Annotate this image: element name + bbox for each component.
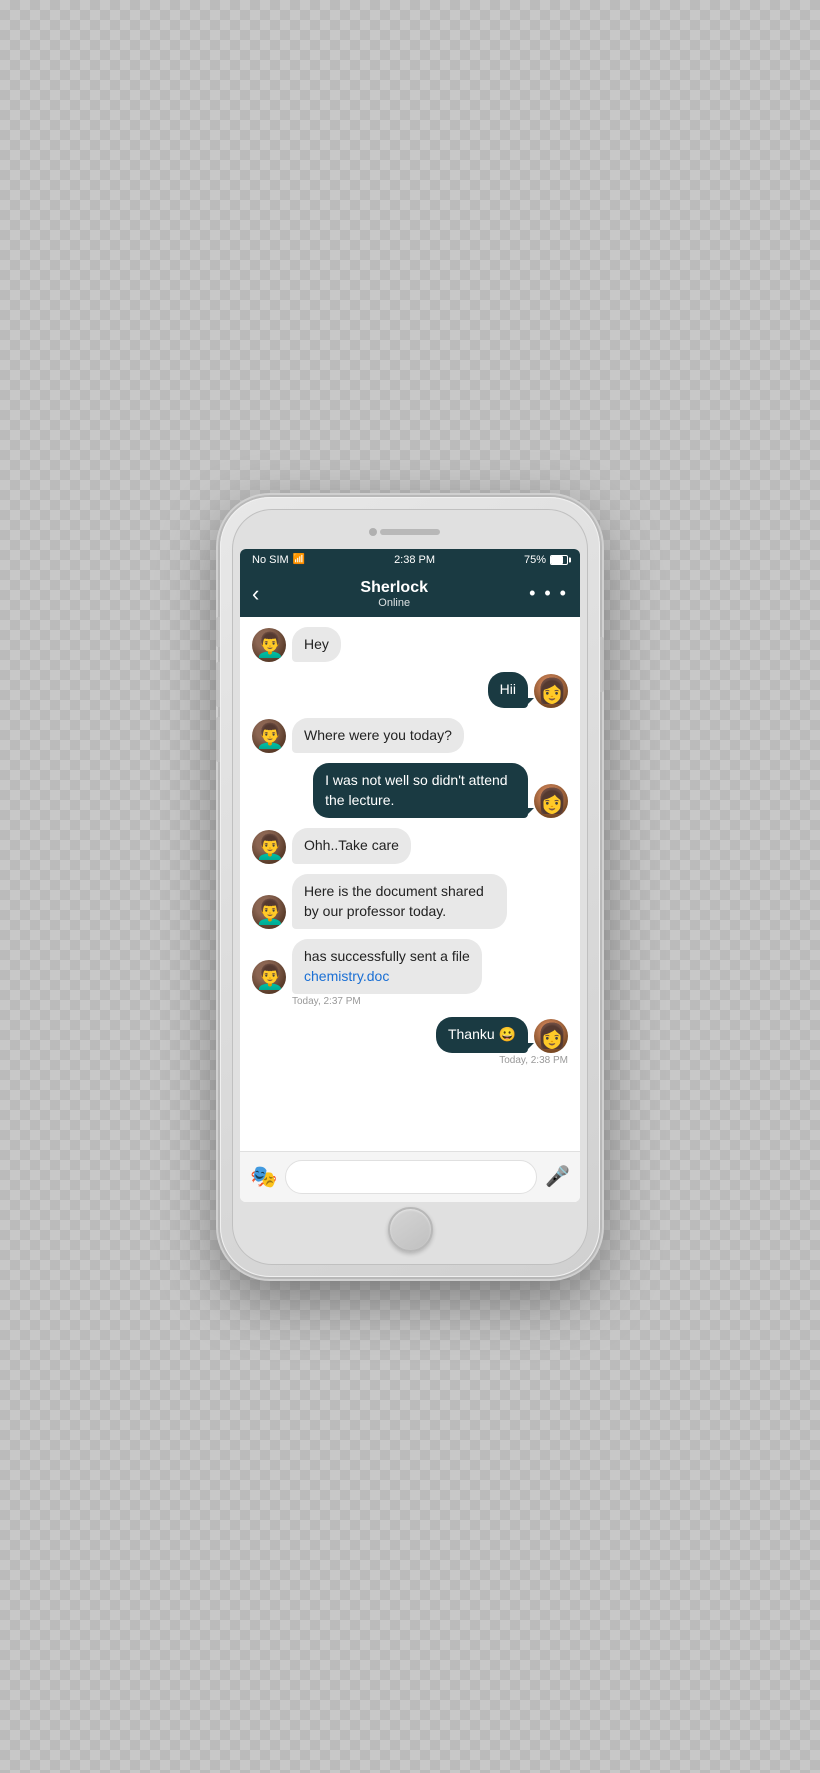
camera bbox=[369, 528, 377, 536]
file-sent-text: has successfully sent a file bbox=[304, 947, 470, 967]
message-bubble: Ohh..Take care bbox=[292, 828, 411, 864]
message-bubble: Here is the document shared by our profe… bbox=[292, 874, 507, 929]
message-input[interactable] bbox=[285, 1160, 537, 1194]
avatar-right bbox=[534, 674, 568, 708]
wifi-icon: 📶 bbox=[293, 554, 305, 565]
message-row: Ohh..Take care bbox=[252, 828, 568, 864]
header-contact-info: Sherlock Online bbox=[360, 579, 428, 609]
contact-status: Online bbox=[360, 597, 428, 609]
message-text: I was not well so didn't attend the lect… bbox=[325, 772, 507, 808]
battery-pct-label: 75% bbox=[524, 554, 546, 566]
message-text: Where were you today? bbox=[304, 727, 452, 743]
avatar-left bbox=[252, 830, 286, 864]
carrier-label: No SIM bbox=[252, 554, 289, 566]
speaker bbox=[380, 529, 440, 535]
message-bubble: Hey bbox=[292, 627, 341, 663]
thanku-message-group: Thanku 😀 Today, 2:38 PM bbox=[252, 1017, 568, 1066]
message-row: Thanku 😀 bbox=[252, 1017, 568, 1053]
message-row: Here is the document shared by our profe… bbox=[252, 874, 568, 929]
menu-button[interactable]: • • • bbox=[529, 583, 568, 604]
message-row: has successfully sent a file chemistry.d… bbox=[252, 939, 568, 994]
avatar-right bbox=[534, 784, 568, 818]
avatar-left bbox=[252, 719, 286, 753]
message-row: I was not well so didn't attend the lect… bbox=[252, 763, 568, 818]
battery-icon bbox=[550, 555, 568, 565]
message-bubble: Where were you today? bbox=[292, 718, 464, 754]
contact-name: Sherlock bbox=[360, 579, 428, 597]
phone-frame: No SIM 📶 2:38 PM 75% ‹ Sherlock Online bbox=[220, 497, 600, 1277]
phone-inner: No SIM 📶 2:38 PM 75% ‹ Sherlock Online bbox=[232, 509, 588, 1265]
file-link[interactable]: chemistry.doc bbox=[304, 968, 389, 984]
chat-header: ‹ Sherlock Online • • • bbox=[240, 571, 580, 617]
message-row: Where were you today? bbox=[252, 718, 568, 754]
message-text: Here is the document shared by our profe… bbox=[304, 883, 484, 919]
message-timestamp: Today, 2:37 PM bbox=[292, 996, 568, 1007]
message-text: Hii bbox=[500, 681, 516, 697]
message-row: Hey bbox=[252, 627, 568, 663]
phone-top-decoration bbox=[240, 517, 580, 547]
message-text: Thanku 😀 bbox=[448, 1026, 516, 1042]
back-button[interactable]: ‹ bbox=[252, 581, 259, 607]
file-message-bubble: has successfully sent a file chemistry.d… bbox=[292, 939, 482, 994]
chat-body: Hey Hii bbox=[240, 617, 580, 1151]
file-message-group: has successfully sent a file chemistry.d… bbox=[252, 939, 568, 1007]
status-bar: No SIM 📶 2:38 PM 75% bbox=[240, 549, 580, 571]
message-bubble: Thanku 😀 bbox=[436, 1017, 528, 1053]
emoji-button[interactable]: 🎭 bbox=[250, 1164, 277, 1190]
power-button bbox=[600, 637, 604, 692]
screen: No SIM 📶 2:38 PM 75% ‹ Sherlock Online bbox=[240, 549, 580, 1202]
home-button[interactable] bbox=[388, 1207, 433, 1252]
avatar-left bbox=[252, 895, 286, 929]
avatar-left bbox=[252, 960, 286, 994]
input-bar: 🎭 🎤 bbox=[240, 1151, 580, 1202]
avatar-right bbox=[534, 1019, 568, 1053]
avatar-left bbox=[252, 628, 286, 662]
message-timestamp: Today, 2:38 PM bbox=[252, 1055, 568, 1066]
status-left: No SIM 📶 bbox=[252, 554, 305, 566]
message-row: Hii bbox=[252, 672, 568, 708]
phone-bottom bbox=[240, 1202, 580, 1257]
microphone-button[interactable]: 🎤 bbox=[545, 1164, 570, 1189]
mute-button bbox=[216, 617, 220, 647]
status-time: 2:38 PM bbox=[394, 554, 435, 566]
volume-up-button bbox=[216, 662, 220, 707]
message-text: Hey bbox=[304, 636, 329, 652]
message-text: Ohh..Take care bbox=[304, 837, 399, 853]
message-bubble: I was not well so didn't attend the lect… bbox=[313, 763, 528, 818]
message-bubble: Hii bbox=[488, 672, 528, 708]
volume-down-button bbox=[216, 717, 220, 762]
status-right: 75% bbox=[524, 554, 568, 566]
